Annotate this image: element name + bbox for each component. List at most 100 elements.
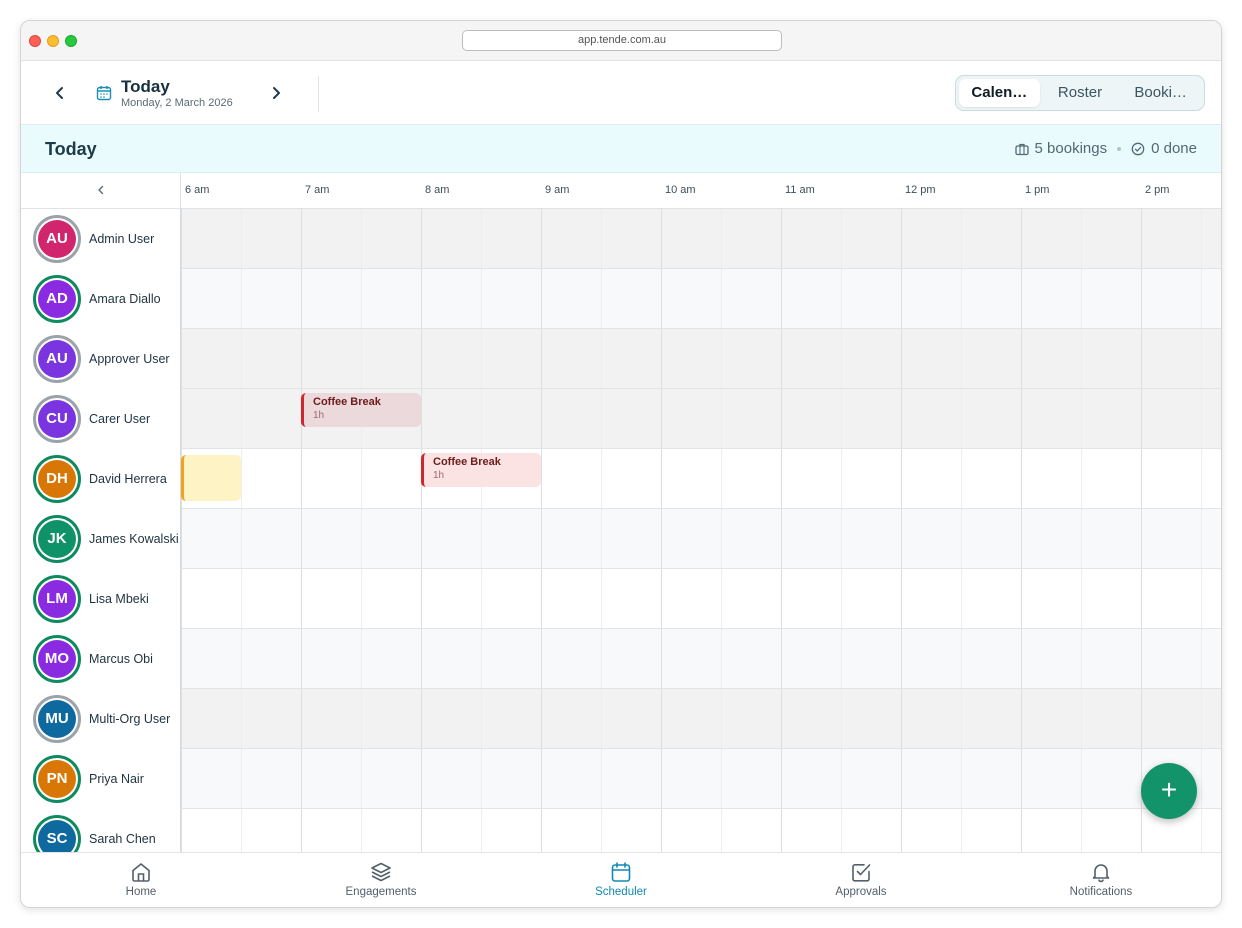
grid-line xyxy=(901,209,902,268)
grid-line xyxy=(421,509,422,568)
grid-line xyxy=(1201,809,1202,852)
grid-line xyxy=(361,329,362,388)
grid-line xyxy=(1081,749,1082,808)
staff-cell[interactable]: SC Sarah Chen xyxy=(21,809,181,852)
grid-line xyxy=(901,569,902,628)
nav-scheduler[interactable]: Scheduler xyxy=(501,853,741,907)
avatar: PN xyxy=(33,755,81,803)
grid-line xyxy=(1081,509,1082,568)
booking-event[interactable]: Coffee Break 1h xyxy=(421,453,541,487)
avatar-initials: MU xyxy=(38,700,76,738)
staff-row[interactable]: DH David Herrera Coffee Break 1h xyxy=(21,449,1221,509)
view-tab-roster[interactable]: Roster xyxy=(1040,79,1121,107)
grid-line xyxy=(1141,269,1142,328)
staff-cell[interactable]: JK James Kowalski xyxy=(21,509,181,569)
date-title[interactable]: Today xyxy=(121,77,170,97)
grid-line xyxy=(721,689,722,748)
grid-line xyxy=(1021,689,1022,748)
staff-row[interactable]: JK James Kowalski xyxy=(21,509,1221,569)
booking-title: Coffee Break xyxy=(313,396,381,408)
grid-line xyxy=(961,449,962,508)
grid-line xyxy=(241,209,242,268)
grid-line xyxy=(1141,509,1142,568)
grid-line xyxy=(661,329,662,388)
staff-cell[interactable]: AU Admin User xyxy=(21,209,181,269)
staff-cell[interactable]: PN Priya Nair xyxy=(21,749,181,809)
grid-line xyxy=(661,389,662,448)
staff-cell[interactable]: DH David Herrera xyxy=(21,449,181,509)
browser-titlebar: app.tende.com.au xyxy=(21,21,1221,61)
staff-cell[interactable]: CU Carer User xyxy=(21,389,181,449)
staff-row[interactable]: AU Admin User xyxy=(21,209,1221,269)
staff-cell[interactable]: AD Amara Diallo xyxy=(21,269,181,329)
staff-row[interactable]: MU Multi-Org User xyxy=(21,689,1221,749)
staff-cell[interactable]: AU Approver User xyxy=(21,329,181,389)
staff-cell[interactable]: MU Multi-Org User xyxy=(21,689,181,749)
url-bar[interactable]: app.tende.com.au xyxy=(462,30,782,51)
done-count: 0 done xyxy=(1151,140,1197,157)
nav-notifications[interactable]: Notifications xyxy=(981,853,1221,907)
staff-row[interactable]: PN Priya Nair xyxy=(21,749,1221,809)
grid-line xyxy=(841,629,842,688)
grid-line xyxy=(361,629,362,688)
nav-home[interactable]: Home xyxy=(21,853,261,907)
grid-line xyxy=(1201,569,1202,628)
grid-line xyxy=(1201,389,1202,448)
nav-approvals[interactable]: Approvals xyxy=(741,853,981,907)
grid-line xyxy=(301,809,302,852)
grid-line xyxy=(841,689,842,748)
close-window-button[interactable] xyxy=(29,35,41,47)
collapse-staff-button[interactable] xyxy=(21,173,181,209)
grid-line xyxy=(1081,449,1082,508)
staff-row[interactable]: MO Marcus Obi xyxy=(21,629,1221,689)
minimize-window-button[interactable] xyxy=(47,35,59,47)
maximize-window-button[interactable] xyxy=(65,35,77,47)
staff-cell[interactable]: LM Lisa Mbeki xyxy=(21,569,181,629)
grid-line xyxy=(241,689,242,748)
grid-line xyxy=(481,209,482,268)
booking-event[interactable]: Coffee Break 1h xyxy=(301,393,421,427)
grid-line xyxy=(481,269,482,328)
grid-line xyxy=(301,689,302,748)
briefcase-icon xyxy=(1014,143,1029,155)
grid-line xyxy=(961,689,962,748)
staff-name: Multi-Org User xyxy=(89,689,179,749)
avatar-initials: JK xyxy=(38,520,76,558)
grid-line xyxy=(541,749,542,808)
staff-name: Admin User xyxy=(89,209,179,269)
grid-line xyxy=(1201,329,1202,388)
staff-name: Carer User xyxy=(89,389,179,449)
grid-line xyxy=(541,509,542,568)
grid-line xyxy=(301,209,302,268)
grid-line xyxy=(901,629,902,688)
bookings-count: 5 bookings xyxy=(1034,140,1108,157)
add-booking-button[interactable]: + xyxy=(1141,763,1197,819)
grid-line xyxy=(841,509,842,568)
grid-line xyxy=(481,749,482,808)
view-tab-calendar[interactable]: Calen… xyxy=(959,79,1040,107)
staff-row[interactable]: AU Approver User xyxy=(21,329,1221,389)
grid-line xyxy=(781,569,782,628)
staff-row[interactable]: AD Amara Diallo xyxy=(21,269,1221,329)
grid-line xyxy=(1201,509,1202,568)
grid-line xyxy=(1081,269,1082,328)
view-tab-bookings[interactable]: Booki… xyxy=(1120,79,1201,107)
grid-line xyxy=(1021,269,1022,328)
grid-line xyxy=(481,329,482,388)
staff-row[interactable]: CU Carer User Coffee Break 1h xyxy=(21,389,1221,449)
staff-cell[interactable]: MO Marcus Obi xyxy=(21,629,181,689)
grid-line xyxy=(841,209,842,268)
grid-line xyxy=(1081,569,1082,628)
booking-event[interactable] xyxy=(181,455,241,501)
hour-label: 1 pm xyxy=(1025,184,1050,196)
staff-name-text: Sarah Chen xyxy=(89,831,156,846)
nav-engagements[interactable]: Engagements xyxy=(261,853,501,907)
staff-name-text: Amara Diallo xyxy=(89,291,161,306)
grid-line xyxy=(901,509,902,568)
staff-name-text: Admin User xyxy=(89,231,155,246)
next-day-button[interactable] xyxy=(262,79,290,107)
staff-row[interactable]: LM Lisa Mbeki xyxy=(21,569,1221,629)
previous-day-button[interactable] xyxy=(46,79,74,107)
scheduler-grid[interactable]: AU Admin User AD Amara Diallo AU Approver Use… xyxy=(21,209,1221,852)
staff-row[interactable]: SC Sarah Chen xyxy=(21,809,1221,852)
